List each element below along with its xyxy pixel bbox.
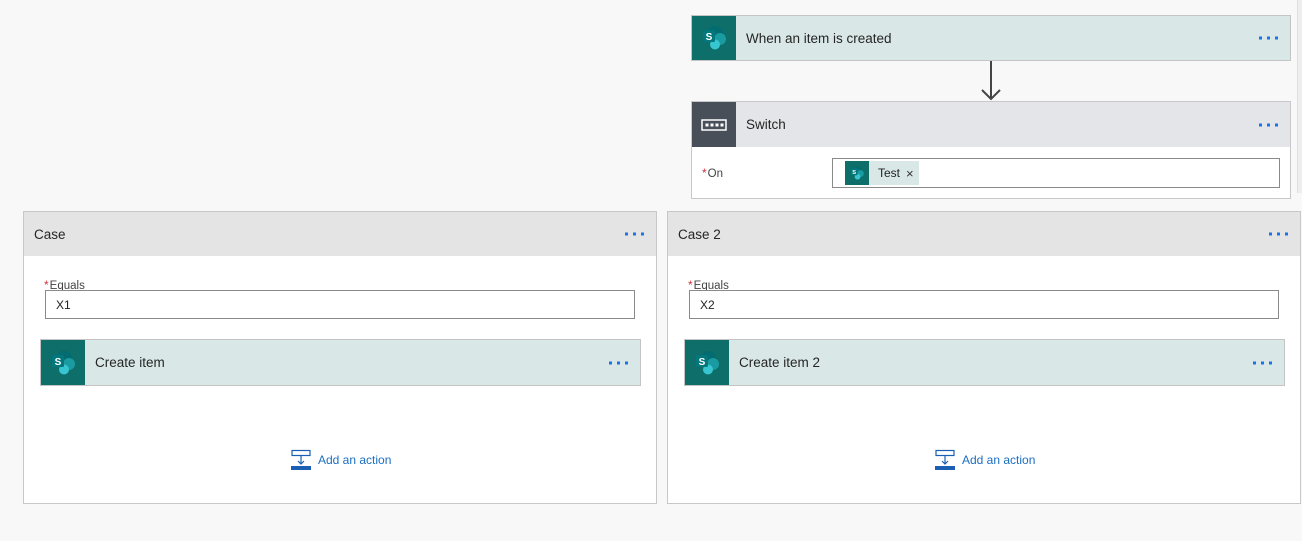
case-header[interactable]: Case 2: [668, 212, 1300, 256]
more-ellipsis-icon[interactable]: [1257, 119, 1280, 130]
equals-input[interactable]: X1: [45, 290, 635, 319]
add-action-label: Add an action: [962, 453, 1036, 467]
svg-text:S: S: [699, 357, 706, 368]
equals-value: X1: [56, 297, 71, 312]
case-title: Case: [34, 226, 66, 242]
more-ellipsis-icon[interactable]: [1267, 229, 1290, 240]
on-label: On: [707, 168, 724, 180]
sharepoint-icon: S: [845, 161, 869, 185]
trigger-card[interactable]: S When an item is created: [691, 15, 1291, 61]
token-remove-icon[interactable]: ×: [906, 166, 914, 181]
case-card: Case *Equals X1 S Create item Add an act…: [23, 211, 657, 504]
svg-text:S: S: [55, 357, 62, 368]
sharepoint-icon: S: [685, 340, 729, 385]
svg-text:S: S: [852, 170, 856, 176]
action-card[interactable]: S Create item 2: [684, 339, 1285, 386]
more-ellipsis-icon[interactable]: [1257, 33, 1280, 44]
add-action-button[interactable]: Add an action: [290, 449, 391, 471]
trigger-header[interactable]: S When an item is created: [692, 16, 1290, 60]
case-card: Case 2 *Equals X2 S Create item 2 Add an…: [667, 211, 1301, 504]
canvas-edge: [1297, 0, 1302, 193]
trigger-title: When an item is created: [746, 30, 892, 46]
more-ellipsis-icon[interactable]: [607, 357, 630, 368]
add-action-icon: [935, 449, 955, 470]
sharepoint-icon: S: [692, 16, 736, 60]
on-field-label: *On: [702, 164, 723, 182]
switch-title: Switch: [746, 117, 786, 132]
token-label: Test: [878, 166, 901, 180]
action-card[interactable]: S Create item: [40, 339, 641, 386]
more-ellipsis-icon[interactable]: [1251, 357, 1274, 368]
case-header[interactable]: Case: [24, 212, 656, 256]
equals-value: X2: [700, 297, 715, 312]
equals-input[interactable]: X2: [689, 290, 1279, 319]
svg-text:S: S: [706, 32, 713, 43]
required-marker: *: [702, 166, 707, 180]
add-action-icon: [291, 449, 311, 470]
on-token[interactable]: S Test ×: [845, 161, 919, 185]
connector-arrow-icon: [981, 61, 1001, 101]
on-input[interactable]: S Test ×: [832, 158, 1280, 188]
sharepoint-icon: S: [41, 340, 85, 385]
switch-card: Switch *On S Test ×: [691, 101, 1291, 199]
case-title: Case 2: [678, 226, 721, 242]
switch-header[interactable]: Switch: [692, 102, 1290, 147]
add-action-label: Add an action: [318, 453, 392, 467]
add-action-button[interactable]: Add an action: [934, 449, 1035, 471]
action-title: Create item 2: [739, 355, 821, 370]
more-ellipsis-icon[interactable]: [623, 229, 646, 240]
action-title: Create item: [95, 355, 165, 370]
switch-control-icon: [692, 102, 736, 147]
